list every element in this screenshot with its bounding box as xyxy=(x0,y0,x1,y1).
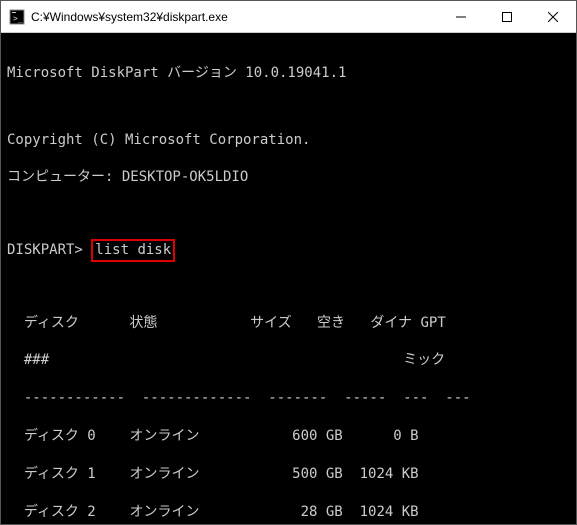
table-header: ディスク 状態 サイズ 空き ダイナ GPT xyxy=(7,314,568,333)
prompt-text: DISKPART> xyxy=(7,242,83,258)
copyright-line: Copyright (C) Microsoft Corporation. xyxy=(7,131,568,150)
table-row: ディスク 1 オンライン 500 GB 1024 KB xyxy=(7,465,568,484)
minimize-button[interactable] xyxy=(438,1,484,32)
table-divider: ------------ ------------- ------- -----… xyxy=(7,389,568,408)
table-header-2: ### ミック xyxy=(7,351,568,370)
prompt-line-1: DISKPART> list disk xyxy=(7,239,568,262)
computer-line: コンピューター: DESKTOP-OK5LDIO xyxy=(7,168,568,187)
table-row: ディスク 2 オンライン 28 GB 1024 KB xyxy=(7,503,568,522)
version-line: Microsoft DiskPart バージョン 10.0.19041.1 xyxy=(7,64,568,83)
window-title: C:¥Windows¥system32¥diskpart.exe xyxy=(31,10,438,24)
window-titlebar: >_ C:¥Windows¥system32¥diskpart.exe xyxy=(1,1,576,33)
app-icon: >_ xyxy=(9,9,25,25)
maximize-button[interactable] xyxy=(484,1,530,32)
close-button[interactable] xyxy=(530,1,576,32)
command-list-disk: list disk xyxy=(91,239,175,262)
svg-text:>_: >_ xyxy=(13,14,23,23)
window-controls xyxy=(438,1,576,32)
table-row: ディスク 0 オンライン 600 GB 0 B xyxy=(7,427,568,446)
terminal-output[interactable]: Microsoft DiskPart バージョン 10.0.19041.1 Co… xyxy=(1,33,576,524)
